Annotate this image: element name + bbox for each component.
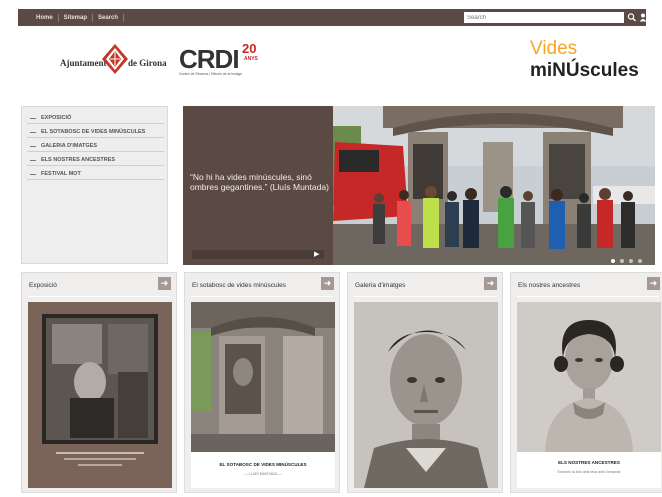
bullet-dash-icon	[30, 131, 36, 133]
crdi-anys-text: ANYS	[244, 56, 258, 62]
bullet-dash-icon	[30, 159, 36, 161]
card-divider	[191, 296, 333, 297]
arrow-right-icon[interactable]: ➜	[321, 277, 334, 290]
sidebar-item-galeria[interactable]: GALERIA D'IMATGES	[27, 141, 164, 152]
top-bar: Home Sitemap Search	[18, 9, 648, 26]
de-girona-text: de Girona	[128, 58, 167, 68]
hero-quote: “No hi ha vides minúscules, sinó ombres …	[190, 172, 329, 192]
hero-progress-bar[interactable]	[192, 250, 324, 259]
card-title: El sotabosc de vides minúscules	[192, 282, 286, 289]
card-caption: EL SOTABOSC DE VIDES MINÚSCULES	[219, 462, 307, 467]
bullet-dash-icon	[30, 173, 36, 175]
nav-home-link[interactable]: Home	[36, 13, 59, 22]
card-image[interactable]: EL SOTABOSC DE VIDES MINÚSCULES — LLUÍS …	[191, 302, 335, 488]
card-image[interactable]: ELS NOSTRES ANCESTRES Envia'ns la foto d…	[517, 302, 661, 488]
card-ancestres[interactable]: Els nostres ancestres ➜ ELS NOSTRES ANCE…	[510, 272, 662, 493]
arrow-right-icon[interactable]: ➜	[158, 277, 171, 290]
card-divider	[354, 296, 496, 297]
carousel-dot[interactable]	[629, 259, 633, 263]
sidebar-item-ancestres[interactable]: ELS NOSTRES ANCESTRES	[27, 155, 164, 166]
card-sotabosc[interactable]: El sotabosc de vides minúscules ➜ EL SOT…	[184, 272, 340, 493]
arrow-right-icon[interactable]: ➜	[484, 277, 497, 290]
card-image[interactable]	[354, 302, 498, 488]
hero-next-icon[interactable]: ▶	[314, 250, 319, 258]
user-icon[interactable]	[638, 11, 648, 24]
sidebar-item-label: EL SOTABOSC DE VIDES MINÚSCULES	[41, 129, 146, 135]
card-subcaption: Envia'ns la foto dels teus avis i besavi…	[557, 470, 621, 474]
carousel-dot[interactable]	[620, 259, 624, 263]
minuscules-title: miNÚscules	[530, 60, 639, 81]
vides-title: Vides	[530, 38, 578, 59]
bullet-dash-icon	[30, 117, 36, 119]
sidebar-item-label: FESTIVAL MOT	[41, 171, 81, 177]
sidebar-item-label: EXPOSICIÓ	[41, 115, 72, 121]
sidebar-item-label: GALERIA D'IMATGES	[41, 143, 98, 149]
crdi-20-badge: 20	[242, 41, 257, 56]
nav-search-link[interactable]: Search	[93, 13, 125, 22]
sidebar-item-label: ELS NOSTRES ANCESTRES	[41, 157, 116, 163]
girona-crest-icon	[102, 44, 128, 74]
card-divider	[28, 296, 170, 297]
nav-sitemap-link[interactable]: Sitemap	[59, 13, 94, 22]
hero-photo[interactable]	[333, 106, 655, 265]
top-nav: Home Sitemap Search	[36, 9, 125, 26]
sidebar-item-sotabosc[interactable]: EL SOTABOSC DE VIDES MINÚSCULES	[27, 127, 164, 138]
card-exposicio[interactable]: Exposició ➜	[21, 272, 177, 493]
bullet-dash-icon	[30, 145, 36, 147]
card-subcaption: — LLUÍS MUNTADA —	[244, 472, 282, 476]
sidebar-item-festival-mot[interactable]: FESTIVAL MOT	[27, 169, 164, 180]
search-icon[interactable]	[627, 11, 637, 24]
sidebar-item-exposicio[interactable]: EXPOSICIÓ	[27, 113, 164, 124]
card-galeria[interactable]: Galeria d'imatges ➜	[347, 272, 503, 493]
arrow-right-icon[interactable]: ➜	[647, 277, 660, 290]
search-input[interactable]	[464, 12, 624, 23]
crdi-subtitle: Centre de Recerca i Difusió de la Imatge	[179, 72, 243, 76]
card-title: Exposició	[29, 282, 57, 289]
card-caption: ELS NOSTRES ANCESTRES	[558, 460, 620, 465]
card-image[interactable]	[28, 302, 172, 488]
carousel-dot[interactable]	[611, 259, 615, 263]
carousel-dot[interactable]	[638, 259, 642, 263]
crdi-wordmark: CRDI	[179, 44, 240, 74]
sidebar-menu: EXPOSICIÓ EL SOTABOSC DE VIDES MINÚSCULE…	[21, 106, 168, 264]
card-title: Galeria d'imatges	[355, 282, 406, 289]
ajuntament-text: Ajuntament	[60, 58, 107, 68]
card-title: Els nostres ancestres	[518, 282, 581, 289]
card-divider	[517, 296, 659, 297]
